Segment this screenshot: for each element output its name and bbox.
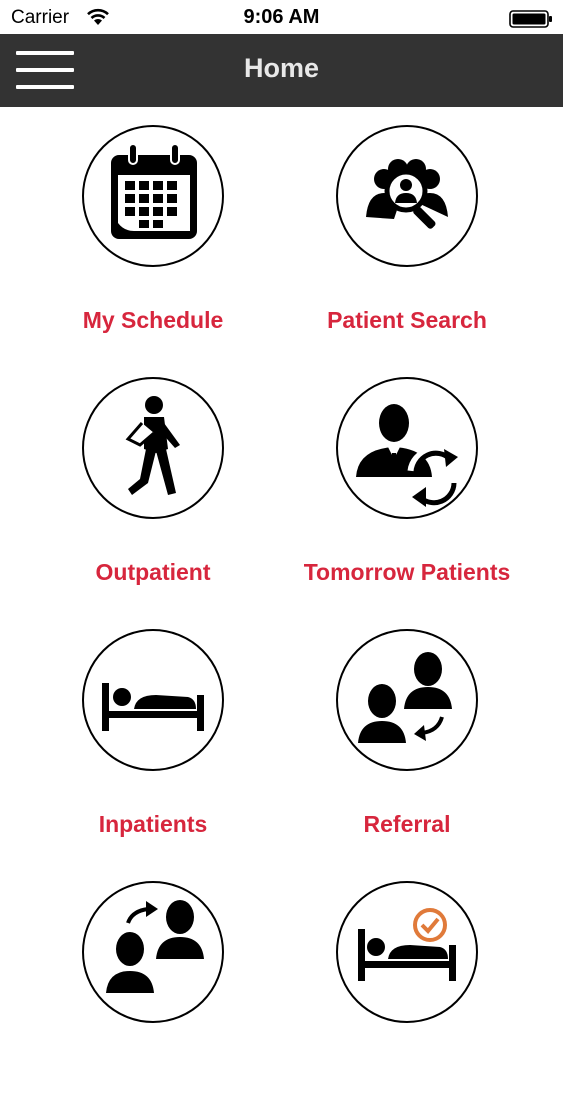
referral-icon	[336, 629, 478, 771]
tile-label: Inpatients	[98, 811, 208, 837]
tile-label: My Schedule	[82, 307, 224, 333]
tile-outpatient[interactable]: Outpatient	[12, 359, 294, 611]
tile-transfer[interactable]	[12, 863, 294, 1115]
doctor-refresh-icon	[336, 377, 478, 519]
tile-label: Patient Search	[327, 307, 487, 333]
battery-icon	[509, 10, 553, 33]
status-bar: Carrier 9:06 AM	[0, 0, 563, 34]
tile-patient-search[interactable]: Patient Search	[266, 107, 548, 359]
tile-label: Outpatient	[95, 559, 211, 585]
page-title: Home	[243, 53, 319, 83]
walking-patient-icon	[82, 377, 224, 519]
tile-tomorrow-patients[interactable]: Tomorrow Patients	[266, 359, 548, 611]
navigation-bar: Home	[0, 34, 563, 107]
patient-search-icon	[336, 125, 478, 267]
tile-label: Tomorrow Patients	[303, 559, 511, 585]
bed-icon	[82, 629, 224, 771]
tile-discharge[interactable]	[266, 863, 548, 1115]
tile-label: Referral	[363, 811, 451, 837]
transfer-icon	[82, 881, 224, 1023]
tile-referral[interactable]: Referral	[266, 611, 548, 863]
tile-my-schedule[interactable]: My Schedule	[12, 107, 294, 359]
discharge-bed-icon	[336, 881, 478, 1023]
calendar-icon	[82, 125, 224, 267]
clock: 9:06 AM	[243, 6, 320, 28]
tile-inpatients[interactable]: Inpatients	[12, 611, 294, 863]
